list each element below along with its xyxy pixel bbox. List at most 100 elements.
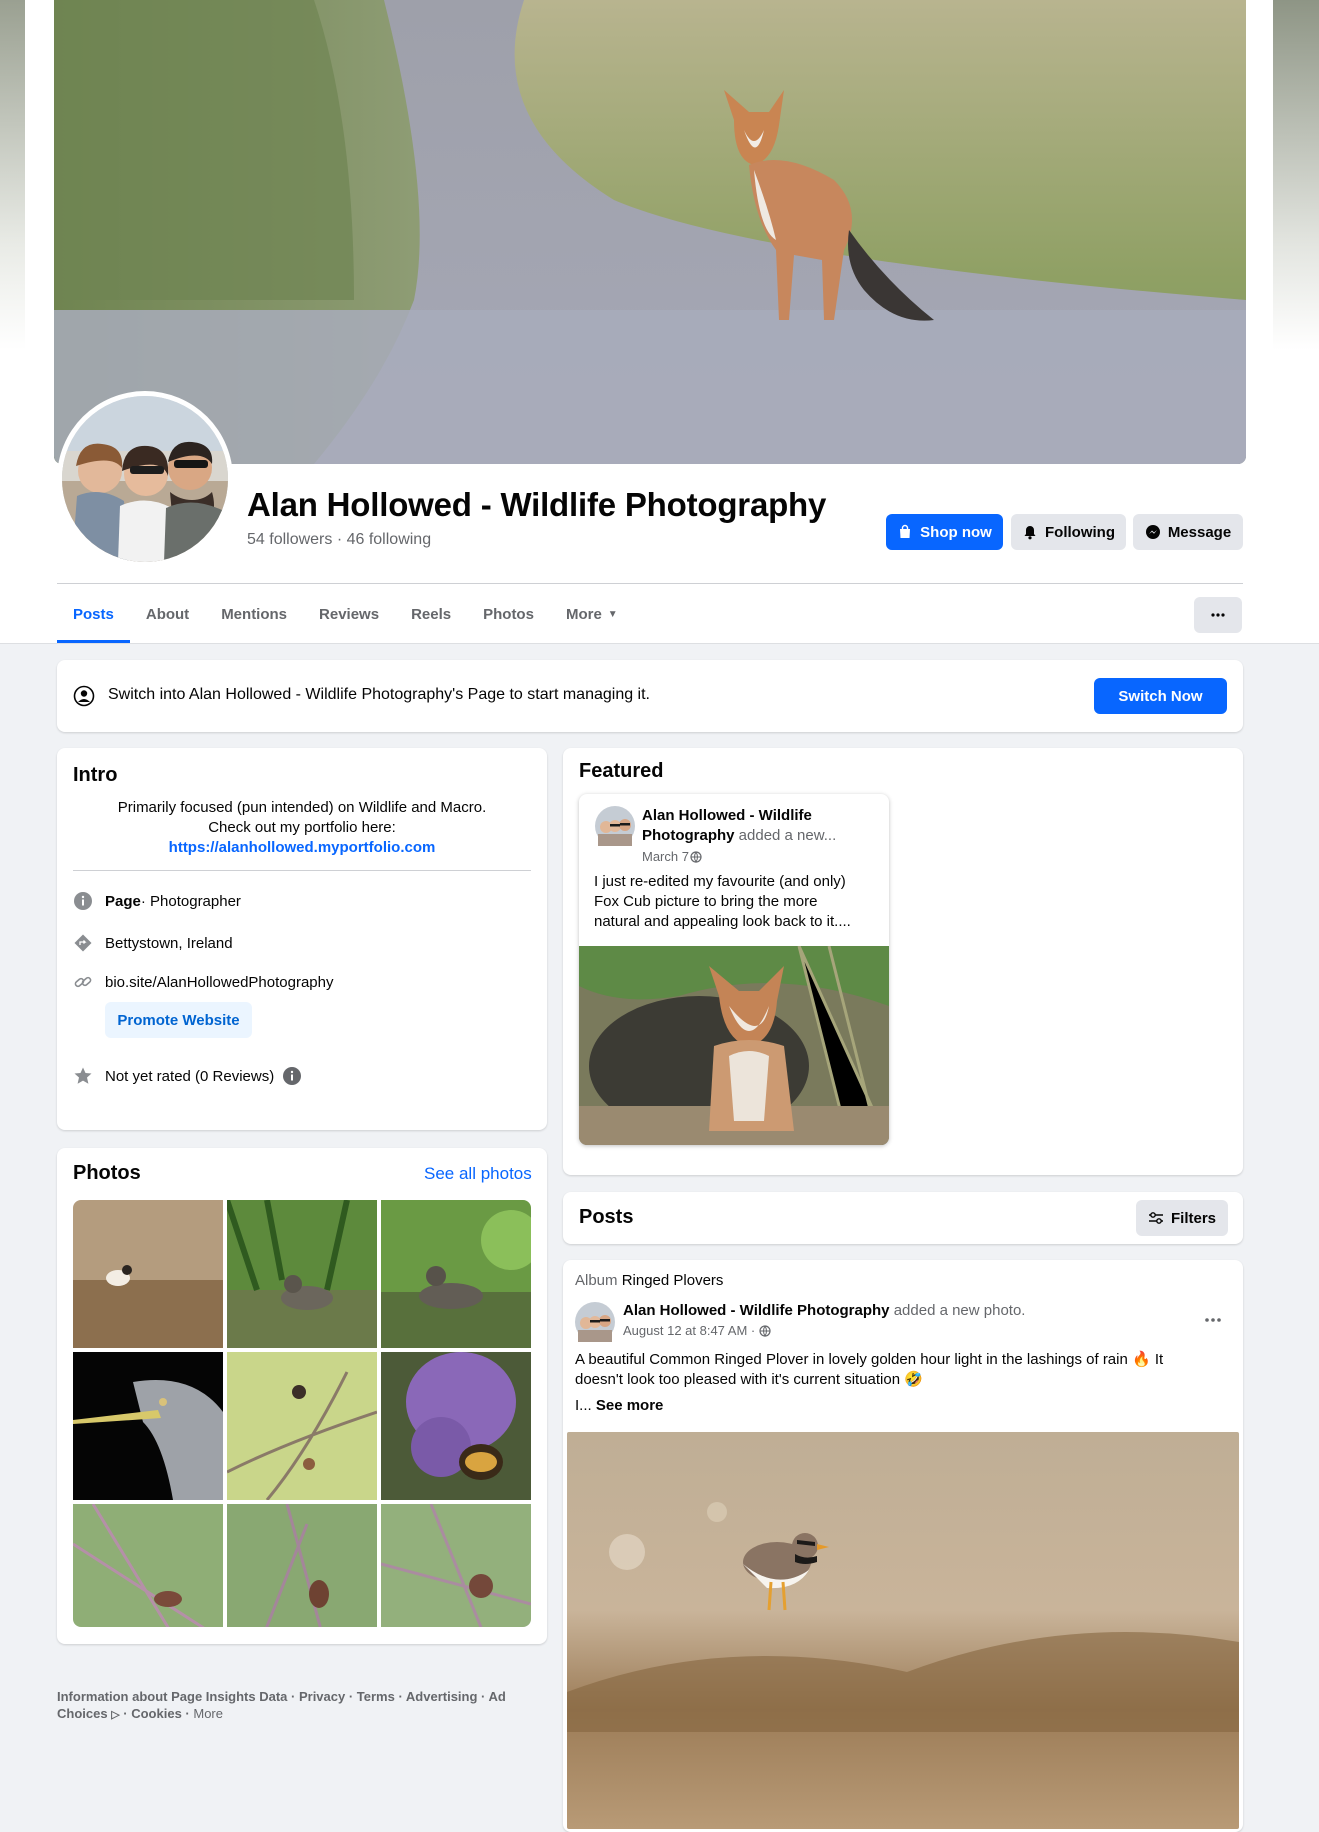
messenger-icon	[1145, 525, 1160, 539]
photo-thumbnail[interactable]	[227, 1352, 377, 1500]
tab-photos[interactable]: Photos	[467, 585, 550, 643]
bell-icon	[1024, 526, 1036, 540]
portfolio-link[interactable]: https://alanhollowed.myportfolio.com	[169, 839, 436, 856]
tab-reels[interactable]: Reels	[395, 585, 467, 643]
featured-card: Featured Alan Hollowed - Wildlife Photog…	[563, 748, 1243, 1175]
post-image[interactable]	[567, 1432, 1239, 1829]
intro-bio-line2: Check out my portfolio here:	[208, 819, 396, 836]
post-author-link[interactable]: Alan Hollowed - Wildlife Photography	[623, 1302, 890, 1319]
photo-thumbnail[interactable]	[73, 1200, 223, 1348]
switch-page-banner: Switch into Alan Hollowed - Wildlife Pho…	[57, 660, 1243, 732]
intro-title: Intro	[73, 764, 118, 786]
album-label: Album	[575, 1272, 618, 1289]
featured-post[interactable]: Alan Hollowed - Wildlife Photography add…	[579, 794, 889, 1145]
globe-icon	[759, 1324, 771, 1337]
promote-website-button[interactable]: Promote Website	[105, 1002, 252, 1038]
featured-text-line3: natural and appealing look back to it...…	[594, 913, 851, 930]
featured-date[interactable]: March 7	[642, 849, 689, 864]
photo-thumbnail[interactable]	[227, 1504, 377, 1627]
photo-thumbnail[interactable]	[73, 1504, 223, 1627]
intro-bio-line1: Primarily focused (pun intended) on Wild…	[117, 799, 487, 816]
switch-banner-text: Switch into Alan Hollowed - Wildlife Pho…	[108, 686, 650, 703]
photo-thumbnail[interactable]	[381, 1200, 531, 1348]
website-row: bio.site/AlanHollowedPhotography	[73, 972, 333, 992]
profile-avatar[interactable]	[57, 391, 233, 567]
profile-switch-icon	[73, 685, 95, 707]
author-avatar[interactable]	[595, 806, 635, 846]
photo-thumbnail[interactable]	[381, 1352, 531, 1500]
filters-button[interactable]: Filters	[1136, 1200, 1228, 1236]
featured-post-image[interactable]	[579, 946, 889, 1145]
following-button[interactable]: Following	[1011, 514, 1126, 550]
header-bottom-border	[0, 643, 1319, 644]
cover-photo[interactable]	[54, 0, 1246, 464]
message-button[interactable]: Message	[1133, 514, 1243, 550]
album-line: Album Ringed Plovers	[575, 1272, 723, 1289]
tab-more-label: More	[565, 605, 602, 623]
featured-text-line1: I just re-edited my favourite (and only)	[594, 873, 846, 890]
follower-stats[interactable]: 54 followers · 46 following	[247, 531, 431, 549]
tab-posts[interactable]: Posts	[57, 585, 130, 643]
shopping-bag-icon	[900, 524, 911, 538]
rating-text: Not yet rated (0 Reviews)	[105, 1067, 275, 1085]
page-category: · Photographer	[140, 892, 241, 910]
page-title: Alan Hollowed - Wildlife Photography	[247, 486, 827, 523]
photos-title: Photos	[73, 1162, 141, 1184]
website-link[interactable]: bio.site/AlanHollowedPhotography	[105, 974, 333, 991]
tab-reels-label: Reels	[411, 605, 452, 623]
intro-card: Intro Primarily focused (pun intended) o…	[57, 748, 547, 1130]
directions-icon	[74, 934, 92, 952]
posts-title: Posts	[579, 1206, 634, 1228]
tab-about[interactable]: About	[130, 585, 205, 643]
globe-icon	[690, 850, 702, 863]
album-name-link[interactable]: Ringed Plovers	[622, 1272, 724, 1289]
post-timestamp[interactable]: August 12 at 8:47 AM ·	[623, 1323, 755, 1338]
shop-now-button[interactable]: Shop now	[886, 514, 1003, 550]
tab-reviews[interactable]: Reviews	[303, 585, 395, 643]
page-category-row: Page · Photographer	[73, 891, 241, 911]
post-text: A beautiful Common Ringed Plover in love…	[575, 1350, 1225, 1416]
header-backdrop-left	[0, 0, 25, 350]
featured-author-line2[interactable]: Photography	[642, 827, 735, 844]
info-icon[interactable]	[282, 1066, 302, 1086]
promote-website-label: Promote Website	[117, 1011, 240, 1029]
post-meta: August 12 at 8:47 AM ·	[623, 1323, 771, 1338]
footer-line1[interactable]: Information about Page Insights Data · P…	[57, 1688, 527, 1705]
featured-author-line1[interactable]: Alan Hollowed - Wildlife	[642, 806, 882, 826]
post-action-text: added a new photo.	[889, 1302, 1026, 1319]
switch-now-button[interactable]: Switch Now	[1094, 678, 1227, 714]
tab-more[interactable]: More ▼	[550, 585, 634, 643]
star-icon	[74, 1067, 92, 1084]
tab-reviews-label: Reviews	[319, 605, 380, 623]
author-avatar[interactable]	[575, 1302, 615, 1342]
photo-thumbnail[interactable]	[381, 1504, 531, 1627]
post-more-icon[interactable]	[1203, 1312, 1223, 1328]
photo-thumbnail[interactable]	[73, 1352, 223, 1500]
shop-now-label: Shop now	[920, 523, 992, 541]
filter-sliders-icon	[1148, 1212, 1163, 1224]
intro-divider	[73, 870, 531, 871]
see-all-photos-link[interactable]: See all photos	[424, 1164, 532, 1184]
post-text-line2: doesn't look too pleased with it's curre…	[575, 1371, 923, 1388]
tab-mentions[interactable]: Mentions	[205, 585, 303, 643]
footer-more[interactable]: More	[193, 1706, 223, 1721]
post-card: Album Ringed Plovers Alan Hollowed - Wil…	[563, 1260, 1243, 1832]
switch-now-label: Switch Now	[1118, 687, 1203, 705]
footer-cookies[interactable]: · Cookies ·	[120, 1706, 194, 1721]
photos-card: Photos See all photos	[57, 1148, 547, 1644]
featured-text: I just re-edited my favourite (and only)…	[594, 872, 879, 932]
tab-photos-label: Photos	[483, 605, 534, 623]
tab-mentions-label: Mentions	[221, 605, 288, 623]
more-options-button[interactable]	[1194, 597, 1242, 633]
ad-choices-icon: ▷	[111, 1709, 120, 1721]
photo-thumbnail[interactable]	[227, 1200, 377, 1348]
page-footer: Information about Page Insights Data · P…	[57, 1688, 527, 1724]
featured-author: Alan Hollowed - Wildlife Photography add…	[642, 806, 882, 846]
footer-ad-choices[interactable]: Choices	[57, 1706, 108, 1721]
caret-down-icon: ▼	[607, 608, 618, 620]
post-text-line1: A beautiful Common Ringed Plover in love…	[575, 1351, 1164, 1368]
see-more-link[interactable]: See more	[596, 1397, 664, 1414]
rating-row: Not yet rated (0 Reviews)	[73, 1066, 302, 1086]
post-text-ellipsis: I...	[575, 1397, 596, 1414]
location-text[interactable]: Bettystown, Ireland	[105, 935, 233, 952]
